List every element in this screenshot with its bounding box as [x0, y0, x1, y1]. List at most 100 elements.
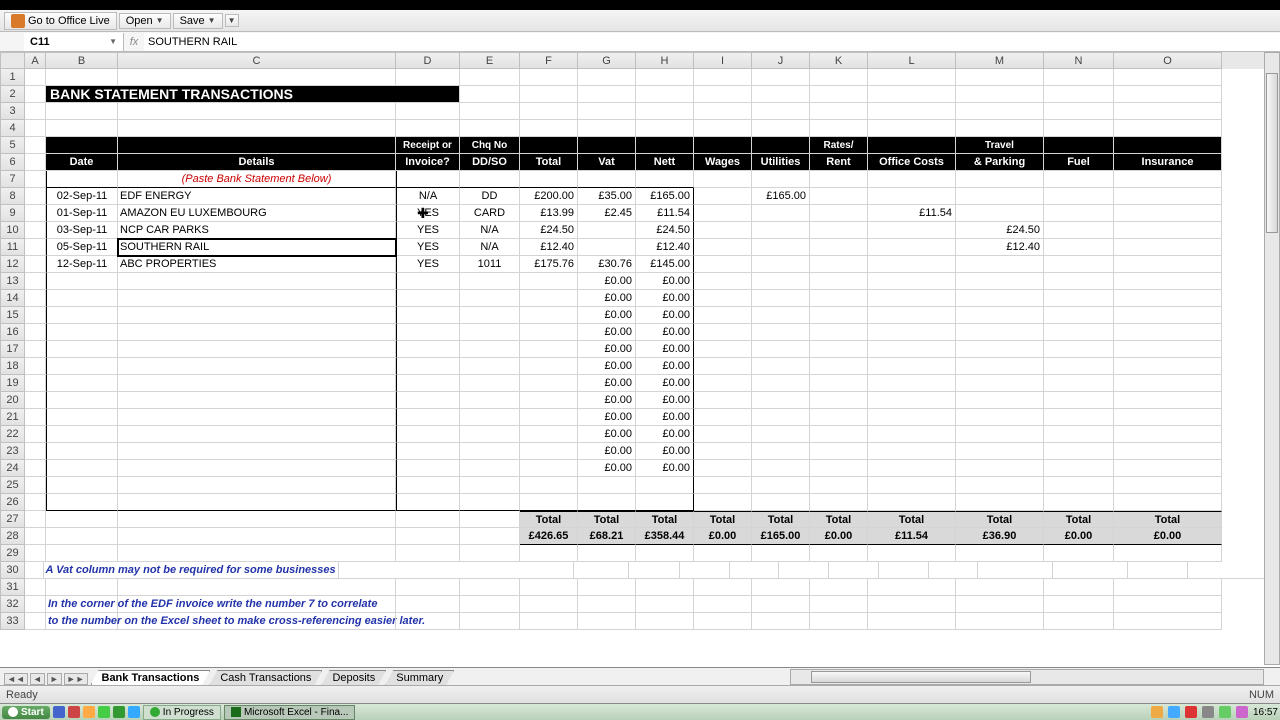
tab-next-icon[interactable]: ►: [47, 673, 62, 685]
cell[interactable]: £24.50: [636, 222, 694, 239]
cell[interactable]: [752, 375, 810, 392]
cell[interactable]: £0.00: [578, 426, 636, 443]
cell[interactable]: [1044, 409, 1114, 426]
cell[interactable]: £0.00: [578, 290, 636, 307]
cell[interactable]: [1114, 307, 1222, 324]
cell[interactable]: [752, 341, 810, 358]
cell[interactable]: [1044, 477, 1114, 494]
cell[interactable]: [868, 409, 956, 426]
cell[interactable]: [520, 392, 578, 409]
cell[interactable]: [520, 341, 578, 358]
cell[interactable]: [956, 596, 1044, 613]
cell[interactable]: [868, 426, 956, 443]
cell[interactable]: [1114, 290, 1222, 307]
cell[interactable]: [25, 256, 46, 273]
row-header-8[interactable]: 8: [0, 188, 25, 205]
cell[interactable]: [460, 375, 520, 392]
cell[interactable]: [46, 341, 118, 358]
cell[interactable]: [956, 426, 1044, 443]
cell[interactable]: [1044, 273, 1114, 290]
cell[interactable]: [578, 477, 636, 494]
cell[interactable]: [520, 375, 578, 392]
cell[interactable]: [868, 579, 956, 596]
cell[interactable]: [694, 222, 752, 239]
cell[interactable]: £11.54: [636, 205, 694, 222]
cell[interactable]: [578, 239, 636, 256]
cell[interactable]: £175.76: [520, 256, 578, 273]
row-header-22[interactable]: 22: [0, 426, 25, 443]
column-header-O[interactable]: O: [1114, 52, 1222, 69]
cell[interactable]: £0.00: [636, 460, 694, 477]
cell[interactable]: £0.00: [636, 358, 694, 375]
cell[interactable]: [694, 290, 752, 307]
cell[interactable]: [956, 443, 1044, 460]
row-header-4[interactable]: 4: [0, 120, 25, 137]
cell[interactable]: [1114, 409, 1222, 426]
cell[interactable]: [868, 494, 956, 511]
row-header-33[interactable]: 33: [0, 613, 25, 630]
cell[interactable]: [396, 477, 460, 494]
cell[interactable]: [1044, 307, 1114, 324]
cell[interactable]: £0.00: [636, 307, 694, 324]
cell[interactable]: [956, 103, 1044, 120]
cell[interactable]: [520, 307, 578, 324]
cell[interactable]: [868, 171, 956, 188]
cell[interactable]: [520, 409, 578, 426]
cell[interactable]: £36.90: [956, 528, 1044, 545]
cell[interactable]: [1114, 120, 1222, 137]
cell[interactable]: 12-Sep-11: [46, 256, 118, 273]
cell[interactable]: [879, 562, 929, 579]
scrollbar-thumb[interactable]: [811, 671, 1031, 683]
cell[interactable]: £426.65: [520, 528, 578, 545]
row-header-28[interactable]: 28: [0, 528, 25, 545]
row-header-31[interactable]: 31: [0, 579, 25, 596]
cell[interactable]: [1114, 256, 1222, 273]
cell[interactable]: [636, 120, 694, 137]
cell[interactable]: [694, 256, 752, 273]
cell[interactable]: to the number on the Excel sheet to make…: [46, 613, 118, 630]
cell[interactable]: Chq No: [460, 137, 520, 154]
cell[interactable]: [460, 103, 520, 120]
cell[interactable]: N/A: [396, 188, 460, 205]
cell[interactable]: [752, 494, 810, 511]
cell[interactable]: [25, 443, 46, 460]
cell[interactable]: [956, 290, 1044, 307]
cell[interactable]: [25, 613, 46, 630]
quicklaunch-icon[interactable]: [128, 706, 140, 718]
cell[interactable]: £165.00: [752, 188, 810, 205]
cell[interactable]: [396, 273, 460, 290]
cell[interactable]: [396, 69, 460, 86]
cell[interactable]: [868, 188, 956, 205]
cell[interactable]: £0.00: [636, 443, 694, 460]
cell[interactable]: [752, 103, 810, 120]
row-header-10[interactable]: 10: [0, 222, 25, 239]
cell[interactable]: [1044, 222, 1114, 239]
cell[interactable]: [118, 69, 396, 86]
cell[interactable]: [1114, 358, 1222, 375]
cell[interactable]: [578, 545, 636, 562]
cell[interactable]: [810, 375, 868, 392]
cell[interactable]: Vat: [578, 154, 636, 171]
cell[interactable]: [1044, 579, 1114, 596]
cell[interactable]: [118, 273, 396, 290]
cell[interactable]: [460, 120, 520, 137]
row-header-25[interactable]: 25: [0, 477, 25, 494]
cell[interactable]: [752, 273, 810, 290]
cell[interactable]: [868, 120, 956, 137]
cell[interactable]: [460, 409, 520, 426]
quicklaunch-icon[interactable]: [113, 706, 125, 718]
sheet-tab-deposits[interactable]: Deposits: [321, 670, 386, 685]
cell[interactable]: [752, 596, 810, 613]
cell[interactable]: [810, 409, 868, 426]
cell[interactable]: [578, 86, 636, 103]
cell[interactable]: Total: [636, 511, 694, 528]
cell[interactable]: [810, 358, 868, 375]
cell[interactable]: [752, 358, 810, 375]
cell[interactable]: [829, 562, 879, 579]
cell[interactable]: [956, 392, 1044, 409]
cell[interactable]: [752, 409, 810, 426]
cell[interactable]: [396, 324, 460, 341]
cell[interactable]: 02-Sep-11: [46, 188, 118, 205]
cell[interactable]: [46, 460, 118, 477]
tab-first-icon[interactable]: ◄◄: [4, 673, 28, 685]
